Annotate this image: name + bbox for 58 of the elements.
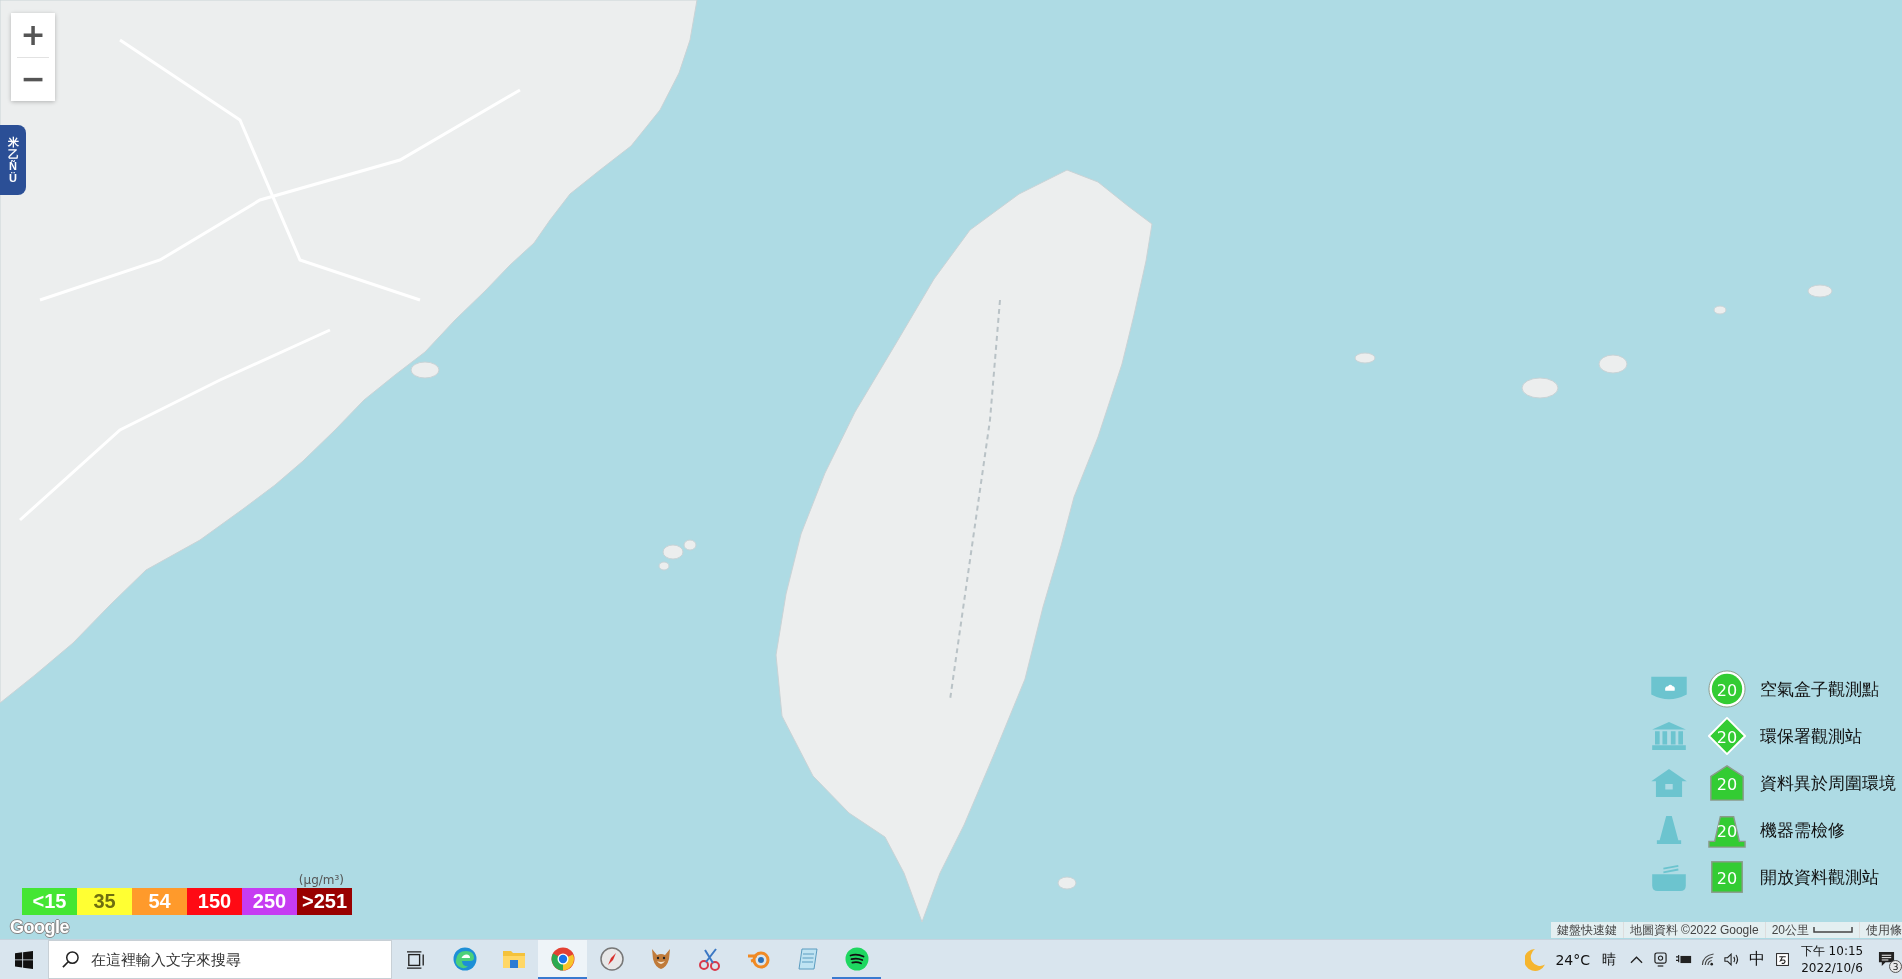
input-method-icon [1775,952,1789,967]
notifications-button[interactable]: 3 [1870,940,1902,979]
color-scale-segment: >251 [297,888,352,915]
open-box-icon [1650,863,1688,891]
zoom-out-button[interactable]: − [11,57,55,101]
map-data-text: 地圖資料 ©2022 Google [1623,922,1766,938]
scale-label: 20公里 [1771,922,1809,938]
notepad-icon [795,946,820,971]
notification-count-badge: 3 [1889,960,1902,973]
legend-label: 空氣盒子觀測點 [1760,677,1879,701]
windows-logo-icon [15,950,33,969]
weather-button[interactable]: 24°C 晴 [1519,940,1624,979]
zoom-in-button[interactable]: + [11,13,55,57]
columned-building-icon [1650,722,1688,750]
scissors-icon [697,946,722,971]
search-field[interactable]: 在這裡輸入文字來搜尋 [48,940,392,979]
legend-label: 資料異於周圍環境 [1760,771,1896,795]
house-marker: 20 [1708,764,1746,802]
chevron-up-icon [1629,955,1643,964]
sound-waves-icon [844,946,869,971]
color-scale-segment: <15 [22,888,77,915]
scale-bar-icon [1813,927,1853,933]
legend-label: 開放資料觀測站 [1760,865,1879,889]
islet-shape [1713,305,1727,315]
speech-bubble-icon [1877,951,1895,968]
shortcuts-link[interactable]: 鍵盤快速鍵 [1550,922,1624,938]
wave-browser-icon [452,946,477,971]
diamond-marker: 20 [1708,717,1746,755]
islet-shape [1057,876,1077,890]
input-mode-button[interactable]: 中 [1744,940,1770,979]
legend-label: 機器需檢修 [1760,818,1845,842]
camera-icon [1653,952,1667,967]
battery-icon [1676,953,1692,966]
task-view-icon [407,950,425,969]
color-scale-segment: 35 [77,888,132,915]
wifi-icon [1700,953,1716,966]
color-scale-segment: 250 [242,888,297,915]
color-scale-segment: 150 [187,888,242,915]
color-scale-segment: 54 [132,888,187,915]
search-icon [62,951,79,968]
ring-browser-icon [550,946,575,971]
square-marker: 20 [1708,858,1746,896]
crescent-moon-icon [1525,948,1546,971]
legend-label: 環保署觀測站 [1760,724,1862,748]
islet-shape [1598,354,1628,374]
islet-shape [1521,377,1559,399]
islet-shape [1354,352,1376,364]
circle-marker: 20 [1708,670,1746,708]
house-icon [1650,769,1688,797]
islet-shape [410,361,440,379]
map-logo: Google [10,918,69,937]
terms-link[interactable]: 使用條 [1860,922,1902,938]
unit-label: (μg/m³) [298,873,344,888]
speaker-icon [1724,953,1740,966]
compass-icon [599,946,624,971]
clock-button[interactable]: 下午 10:15 2022/10/6 [1794,940,1870,979]
islet-shape [1807,284,1833,298]
side-tab[interactable]: 米乙ÑÜ [0,125,26,195]
